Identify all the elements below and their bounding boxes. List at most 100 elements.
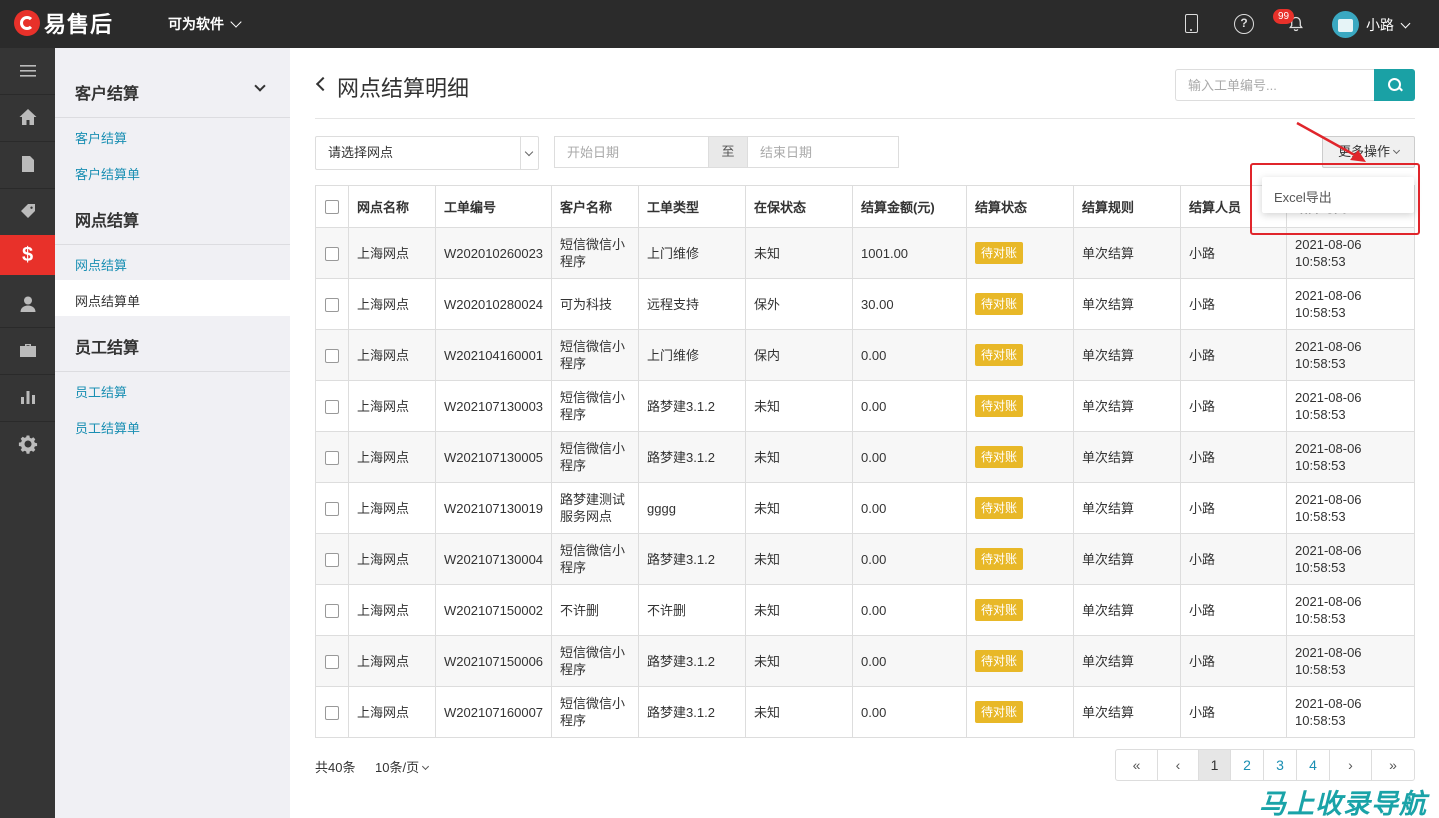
back-icon[interactable]	[315, 76, 331, 92]
table-row[interactable]: 上海网点 W202107150006 短信微信小程序 路梦建3.1.2 未知 0.00 待对…	[315, 635, 1415, 687]
chevron-down-icon	[1400, 18, 1411, 28]
cell-customer-name: 短信微信小程序	[551, 227, 640, 279]
chevron-down-icon[interactable]	[254, 80, 266, 92]
settlement-dollar-icon[interactable]: $	[0, 235, 55, 275]
avatar[interactable]	[1332, 11, 1359, 38]
menu-group-employee[interactable]: 员工结算	[75, 334, 139, 358]
cell-amount: 0.00	[852, 635, 968, 687]
mobile-icon[interactable]	[1185, 14, 1198, 33]
cell-order-number: W202107150002	[434, 584, 553, 636]
sidebar-item-site-settlement[interactable]: 网点结算	[75, 255, 127, 274]
company-switcher[interactable]: 可为软件	[168, 14, 242, 34]
menu-group-site[interactable]: 网点结算	[75, 207, 139, 231]
help-icon[interactable]: ?	[1234, 14, 1254, 34]
row-checkbox[interactable]	[325, 604, 339, 619]
cell-settlement-time: 2021-08-06 10:58:53	[1286, 278, 1415, 330]
icon-rail: $	[0, 48, 55, 818]
cell-warranty-status: 保内	[745, 329, 854, 381]
pager-nav-button[interactable]: »	[1372, 750, 1414, 780]
cell-settlement-rule: 单次结算	[1073, 686, 1182, 738]
user-menu[interactable]: 小路	[1366, 15, 1411, 35]
pager-nav-button[interactable]: ‹	[1158, 750, 1199, 780]
cell-warranty-status: 未知	[745, 431, 854, 483]
row-checkbox[interactable]	[325, 706, 339, 721]
pager-nav-button[interactable]: ›	[1330, 750, 1372, 780]
menu-toggle-icon[interactable]	[0, 51, 55, 91]
table-row[interactable]: 上海网点 W202107130004 短信微信小程序 路梦建3.1.2 未知 0.00 待对…	[315, 533, 1415, 585]
side-menu: 客户结算 客户结算 客户结算单 网点结算 网点结算 网点结算单 员工结算 员工结…	[55, 48, 290, 818]
cell-order-type: 路梦建3.1.2	[638, 380, 747, 432]
cell-settlement-rule: 单次结算	[1073, 380, 1182, 432]
table-row[interactable]: 上海网点 W202107160007 短信微信小程序 路梦建3.1.2 未知 0.00 待对…	[315, 686, 1415, 738]
pager-page-button[interactable]: 1	[1199, 750, 1231, 780]
cell-settler: 小路	[1180, 278, 1288, 330]
cell-order-type: 路梦建3.1.2	[638, 431, 747, 483]
cell-warranty-status: 未知	[745, 380, 854, 432]
cell-settlement-status: 待对账	[966, 278, 1075, 330]
chevron-down-icon	[230, 16, 242, 28]
sidebar-item-site-settlement-bill[interactable]: 网点结算单	[75, 291, 140, 310]
gear-icon[interactable]	[0, 424, 55, 464]
page-size-select[interactable]: 10条/页	[375, 757, 430, 776]
table-row[interactable]: 上海网点 W202107130019 路梦建测试服务网点 gggg 未知 0.00 待对账 单…	[315, 482, 1415, 534]
cell-settlement-status: 待对账	[966, 329, 1075, 381]
table-row[interactable]: 上海网点 W202010280024 可为科技 远程支持 保外 30.00 待对账 单次结算小…	[315, 278, 1415, 330]
table-row[interactable]: 上海网点 W202107150002 不许删 不许删 未知 0.00 待对账 单次结算 小路 20…	[315, 584, 1415, 636]
cell-settlement-rule: 单次结算	[1073, 584, 1182, 636]
cell-settlement-status: 待对账	[966, 635, 1075, 687]
table-row[interactable]: 上海网点 W202107130003 短信微信小程序 路梦建3.1.2 未知 0.00 待对…	[315, 380, 1415, 432]
cell-site-name: 上海网点	[348, 227, 436, 279]
table-row[interactable]: 上海网点 W202010260023 短信微信小程序 上门维修 未知 1001.00 待对账…	[315, 227, 1415, 279]
cell-order-number: W202010260023	[434, 227, 553, 279]
cell-site-name: 上海网点	[348, 431, 436, 483]
cell-settlement-time: 2021-08-06 10:58:53	[1286, 227, 1415, 279]
cell-customer-name: 短信微信小程序	[551, 635, 640, 687]
pager-page-button[interactable]: 4	[1297, 750, 1330, 780]
app-logo[interactable]: 易售后	[14, 9, 113, 37]
row-checkbox[interactable]	[325, 451, 339, 466]
sidebar-item-customer-settlement-bill[interactable]: 客户结算单	[75, 164, 140, 183]
row-checkbox[interactable]	[325, 400, 339, 415]
row-checkbox[interactable]	[325, 349, 339, 364]
tag-icon[interactable]	[0, 191, 55, 231]
row-checkbox[interactable]	[325, 298, 339, 313]
pager-nav-button[interactable]: «	[1116, 750, 1158, 780]
search-input[interactable]	[1175, 69, 1375, 101]
chevron-down-icon	[1392, 146, 1401, 155]
cell-site-name: 上海网点	[348, 482, 436, 534]
start-date-input[interactable]	[554, 136, 708, 168]
cell-site-name: 上海网点	[348, 635, 436, 687]
row-checkbox[interactable]	[325, 247, 339, 262]
table-row[interactable]: 上海网点 W202104160001 短信微信小程序 上门维修 保内 0.00 待对账 单次结…	[315, 329, 1415, 381]
logo-icon	[14, 10, 40, 36]
cell-settlement-time: 2021-08-06 10:58:53	[1286, 431, 1415, 483]
menu-group-customer[interactable]: 客户结算	[75, 80, 139, 104]
sidebar-item-employee-settlement[interactable]: 员工结算	[75, 382, 127, 401]
table-row[interactable]: 上海网点 W202107130005 短信微信小程序 路梦建3.1.2 未知 0.00 待对…	[315, 431, 1415, 483]
cell-amount: 0.00	[852, 482, 968, 534]
cell-settlement-time: 2021-08-06 10:58:53	[1286, 380, 1415, 432]
pager-page-button[interactable]: 3	[1264, 750, 1297, 780]
home-icon[interactable]	[0, 97, 55, 137]
search-button[interactable]	[1374, 69, 1415, 101]
pagination: «‹ 1 2 3 4 ›»	[1115, 749, 1415, 781]
briefcase-icon[interactable]	[0, 330, 55, 370]
cell-customer-name: 路梦建测试服务网点	[551, 482, 640, 534]
row-checkbox[interactable]	[325, 502, 339, 517]
user-icon[interactable]	[0, 284, 55, 324]
row-checkbox[interactable]	[325, 553, 339, 568]
row-checkbox[interactable]	[325, 655, 339, 670]
cell-customer-name: 不许删	[551, 584, 640, 636]
sidebar-item-customer-settlement[interactable]: 客户结算	[75, 128, 127, 147]
cell-warranty-status: 未知	[745, 686, 854, 738]
pager-page-button[interactable]: 2	[1231, 750, 1264, 780]
site-select[interactable]: 请选择网点	[315, 136, 539, 170]
document-icon[interactable]	[0, 144, 55, 184]
end-date-input[interactable]	[747, 136, 899, 168]
sidebar-item-employee-settlement-bill[interactable]: 员工结算单	[75, 418, 140, 437]
cell-site-name: 上海网点	[348, 329, 436, 381]
select-all-checkbox[interactable]	[325, 200, 339, 215]
date-separator: 至	[708, 136, 748, 168]
status-badge: 待对账	[975, 395, 1024, 417]
chart-icon[interactable]	[0, 377, 55, 417]
